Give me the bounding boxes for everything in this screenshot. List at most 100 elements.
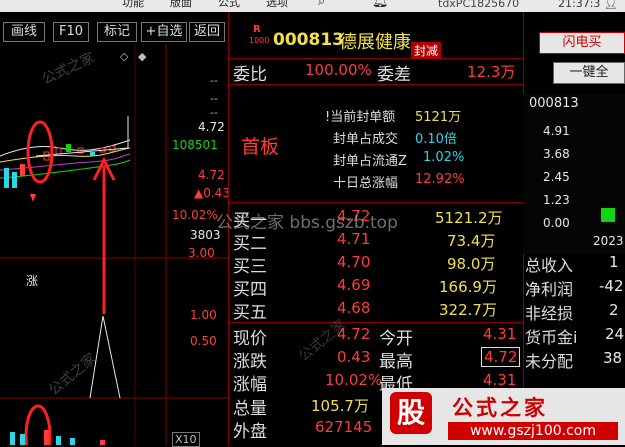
fin-value: 2 <box>609 301 619 319</box>
price-label: -- <box>210 106 218 119</box>
volume-label: 108501 <box>172 138 218 152</box>
stock-code: 000813 <box>273 30 344 50</box>
search-input[interactable]: tdxPC1825670 <box>438 0 519 10</box>
stat-label: 最高 <box>379 352 413 372</box>
bid-price: 4.70 <box>337 253 371 271</box>
bell-icon[interactable]: 🔔︎ <box>372 0 389 8</box>
add-watchlist-button[interactable]: +自选 <box>141 22 187 42</box>
stock-name: 德展健康 <box>339 32 411 53</box>
flash-buy-button[interactable]: 闪电买 <box>539 32 625 54</box>
stat-value: 0.43 <box>337 348 371 366</box>
rise-label: 涨 <box>26 274 39 288</box>
user-icon[interactable]: 👤︎ <box>604 0 618 10</box>
logo-url: www.gszj100.com <box>448 422 618 440</box>
logo-title: 公式之家 <box>452 396 548 420</box>
one-click-button[interactable]: 一键全 <box>553 62 625 84</box>
right-panel: 闪电买 一键全 000813 4.91 3.68 2.45 1.23 0.00 … <box>523 12 625 445</box>
fin-label: 货币金i <box>525 328 578 347</box>
watermark-mid: 公式之家 bbs.gszb.top <box>216 213 398 233</box>
draw-line-button[interactable]: 画线 <box>3 22 45 42</box>
seal-info: 首板 !当前封单额 5121万 封单占成交 0.10倍 封单占流通Z 1.02%… <box>229 84 523 203</box>
seal-row-label: 封单占流通Z <box>333 154 407 169</box>
diamond-icon[interactable]: ◇ <box>120 50 128 63</box>
chart-area[interactable]: ◇ ◆ 公式之家 公式之家 -- -- -- 4.72 108501 4.72 … <box>0 44 230 447</box>
change-label: ▲0.43 <box>194 186 230 200</box>
menu-item-layout[interactable]: 版面 <box>170 0 192 9</box>
weibi-value: 100.00% <box>305 61 372 79</box>
bid-volume: 322.7万 <box>439 301 497 319</box>
seal-row-label: 十日总涨幅 <box>333 176 399 191</box>
stock-logo-icon: 股 <box>390 392 432 434</box>
stat-value: 4.31 <box>483 371 517 389</box>
bid-volume: 98.0万 <box>447 255 496 273</box>
price-label: 4.72 <box>198 168 225 182</box>
fin-value: 24 <box>605 325 625 343</box>
r-badge: R <box>253 24 261 35</box>
clock: 21:37:3 <box>558 0 601 10</box>
search-icon[interactable]: ⌕ <box>318 0 325 8</box>
bid-price: 4.69 <box>337 276 371 294</box>
weibi-label: 委比 <box>233 65 267 85</box>
fin-label: 未分配 <box>525 352 574 371</box>
y-tick: 0.00 <box>543 216 570 230</box>
bid-label: 买三 <box>233 257 267 277</box>
y-tick: 3.68 <box>543 147 570 161</box>
menu-bar: 功能 版面 公式 选项 ⌕ 🔔︎ tdxPC1825670 21:37:3 👤︎ <box>0 0 625 12</box>
bid-volume: 73.4万 <box>447 232 496 250</box>
stat-value: 10.02% <box>325 371 383 389</box>
menu-item-options[interactable]: 选项 <box>266 0 288 9</box>
seal-row-value: 0.10倍 <box>415 132 457 147</box>
stat-value: 627145 <box>315 418 373 436</box>
stat-label: 涨幅 <box>233 375 267 395</box>
axis-label: 1.00 <box>190 308 217 322</box>
bid-label: 买四 <box>233 280 267 300</box>
finance-bar <box>601 208 615 222</box>
weibi-row: 委比 100.00% 委差 12.3万 <box>229 58 523 85</box>
stat-label: 外盘 <box>233 422 267 442</box>
y-tick: 4.91 <box>543 124 570 138</box>
back-button[interactable]: 返回 <box>189 22 225 42</box>
fin-label: 非经损 <box>525 304 574 323</box>
f10-button[interactable]: F10 <box>53 22 89 42</box>
price-label: -- <box>210 74 218 87</box>
fin-value: -42 <box>599 277 624 295</box>
bid-volume: 5121.2万 <box>435 209 503 227</box>
price-label: 4.72 <box>198 120 225 134</box>
change-pct-label: 10.02% <box>172 208 218 222</box>
axis-label: 0.50 <box>190 334 217 348</box>
axis-label: 3.00 <box>188 246 215 260</box>
stat-label: 今开 <box>379 329 413 349</box>
bid-volume: 166.9万 <box>439 278 497 296</box>
bid-price: 4.68 <box>337 299 371 317</box>
finance-chart: 000813 4.91 3.68 2.45 1.23 0.00 2023 <box>523 94 625 254</box>
seal-row-value: 5121万 <box>415 110 462 125</box>
site-logo: 股 公式之家 www.gszj100.com <box>382 388 625 445</box>
bid-label: 买五 <box>233 303 267 323</box>
seal-row-label: !当前封单额 <box>325 110 396 125</box>
seal-row-value: 1.02% <box>423 150 465 165</box>
r-sub: 1000 <box>249 36 270 45</box>
weicha-value: 12.3万 <box>467 63 516 81</box>
mini-code: 000813 <box>529 96 579 111</box>
fin-label: 净利润 <box>525 280 574 299</box>
seal-row-label: 封单占成交 <box>333 132 399 147</box>
stat-label: 总量 <box>233 399 267 419</box>
stat-value: 4.72 <box>481 347 521 367</box>
menu-item-function[interactable]: 功能 <box>122 0 144 9</box>
stat-label: 现价 <box>233 329 267 349</box>
chart-toolbar: 画线 F10 标记 +自选 返回 <box>0 22 226 42</box>
stat-value: 4.31 <box>483 325 517 343</box>
year-label: 2023 <box>593 234 624 248</box>
stat-value: 105.7万 <box>311 397 369 415</box>
fin-value: 38 <box>603 349 623 367</box>
diamond-filled-icon[interactable]: ◆ <box>138 50 146 63</box>
stock-header: R 1000 000813 德展健康 封减 <box>229 22 523 59</box>
seal-badge: 封减 <box>411 42 442 59</box>
mark-button[interactable]: 标记 <box>97 22 137 42</box>
y-tick: 2.45 <box>543 170 570 184</box>
price-label: -- <box>210 92 218 105</box>
menu-item-formula[interactable]: 公式 <box>218 0 240 9</box>
y-tick: 1.23 <box>543 193 570 207</box>
stat-label: 涨跌 <box>233 352 267 372</box>
kline-chart <box>0 44 228 445</box>
